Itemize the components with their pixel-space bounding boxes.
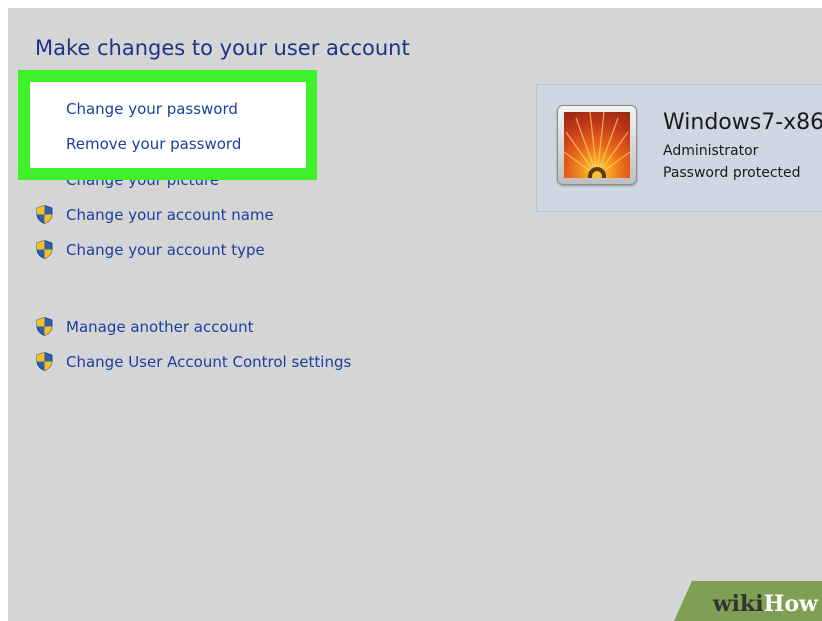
- account-picture[interactable]: [557, 105, 637, 185]
- page-title: Make changes to your user account: [35, 36, 410, 60]
- change-password-link[interactable]: Change your password: [66, 100, 238, 118]
- wikihow-logo: wikiHow: [713, 591, 818, 617]
- account-name: Windows7-x86: [663, 110, 822, 135]
- remove-password-link[interactable]: Remove your password: [66, 135, 241, 153]
- uac-shield-icon: [36, 240, 53, 259]
- uac-shield-icon: [36, 205, 53, 224]
- change-account-type-link[interactable]: Change your account type: [66, 241, 265, 259]
- change-account-name-link[interactable]: Change your account name: [66, 206, 274, 224]
- wikihow-logo-wiki: wiki: [712, 591, 764, 617]
- uac-shield-icon: [36, 317, 53, 336]
- change-uac-settings-link[interactable]: Change User Account Control settings: [66, 353, 351, 371]
- flower-picture-icon: [564, 112, 630, 178]
- wikihow-logo-how: How: [763, 591, 818, 617]
- account-status: Password protected: [663, 165, 801, 181]
- control-panel-window: Make changes to your user account Change…: [8, 8, 822, 621]
- manage-another-account-link[interactable]: Manage another account: [66, 318, 254, 336]
- uac-shield-icon: [36, 352, 53, 371]
- highlight-inner: [30, 82, 306, 168]
- account-info-panel: Windows7-x86 Administrator Password prot…: [536, 84, 822, 212]
- account-role: Administrator: [663, 143, 759, 159]
- flower-petals-icon: [564, 112, 630, 178]
